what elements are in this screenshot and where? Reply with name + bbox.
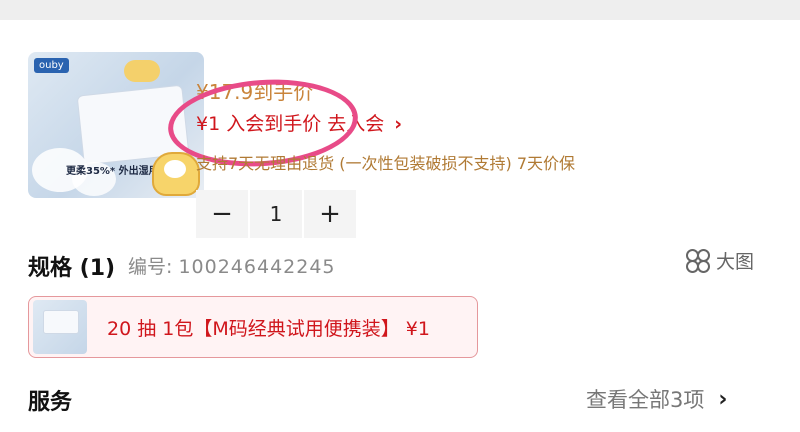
quantity-value[interactable]: 1 bbox=[250, 190, 302, 238]
arrival-price: ¥17.9到手价 bbox=[196, 80, 314, 104]
grid-icon bbox=[686, 248, 710, 273]
return-policy: 支持7天无理由退货 (一次性包装破损不支持) 7天价保 bbox=[196, 154, 576, 173]
spec-title: 规格 (1) bbox=[28, 256, 116, 281]
quantity-stepper: − 1 + bbox=[196, 190, 356, 238]
member-price-text: ¥1 入会到手价 去入会 bbox=[196, 113, 385, 135]
service-title: 服务 bbox=[28, 390, 73, 415]
variant-option-selected[interactable]: 20 抽 1包【M码经典试用便携装】 ¥1 bbox=[28, 296, 478, 358]
product-code-label: 编号: bbox=[128, 256, 173, 278]
product-code-value: 100246442245 bbox=[178, 256, 336, 278]
award-badge-icon bbox=[124, 60, 160, 82]
big-image-label: 大图 bbox=[716, 251, 755, 273]
product-code: 编号: 100246442245 bbox=[128, 252, 336, 279]
increase-quantity-button[interactable]: + bbox=[304, 190, 356, 238]
variant-thumbnail bbox=[33, 300, 87, 354]
chevron-right-icon: › bbox=[394, 113, 403, 135]
chevron-right-icon: › bbox=[718, 386, 728, 412]
mascot-sticker-icon bbox=[152, 152, 200, 196]
decrease-quantity-button[interactable]: − bbox=[196, 190, 248, 238]
service-link-text: 查看全部3项 bbox=[586, 388, 705, 412]
view-all-services-link[interactable]: 查看全部3项 › bbox=[586, 384, 727, 414]
view-large-image-button[interactable]: 大图 bbox=[686, 247, 754, 274]
join-membership-link[interactable]: ¥1 入会到手价 去入会 › bbox=[196, 109, 402, 136]
variant-label: 20 抽 1包【M码经典试用便携装】 ¥1 bbox=[107, 317, 430, 340]
top-divider-strip bbox=[0, 0, 800, 20]
brand-logo: ouby bbox=[34, 58, 69, 73]
